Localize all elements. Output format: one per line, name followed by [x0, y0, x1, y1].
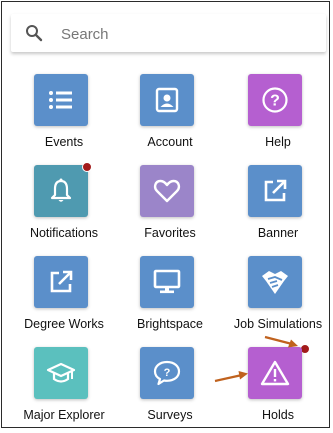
- annotation-arrows: [214, 335, 298, 383]
- annotation-arrow-to-holds: [214, 371, 248, 383]
- app-frame: Events Account ? Help: [1, 1, 330, 428]
- annotation-arrow-to-dot: [264, 335, 298, 348]
